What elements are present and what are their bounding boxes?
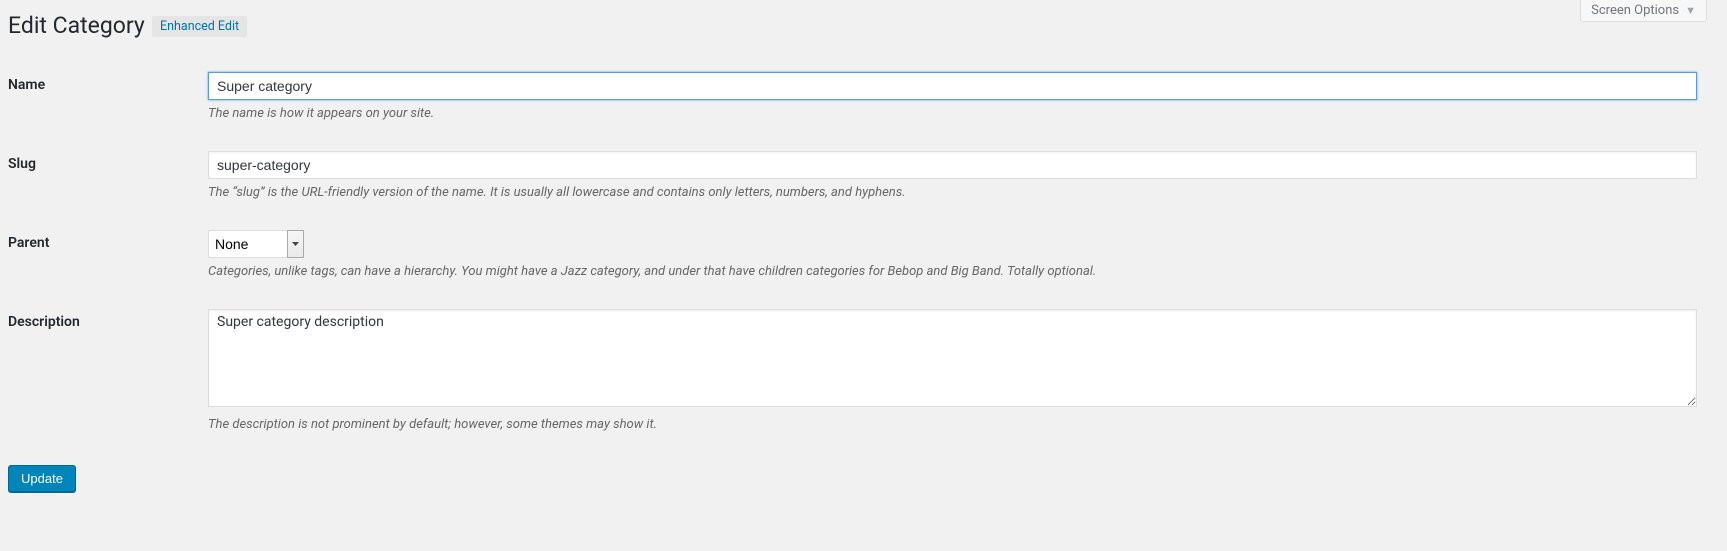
- screen-options-toggle[interactable]: Screen Options ▼: [1580, 0, 1707, 22]
- name-input[interactable]: [208, 72, 1697, 100]
- page-wrap: Screen Options ▼ Edit Category Enhanced …: [0, 0, 1727, 512]
- caret-down-icon: ▼: [1685, 4, 1696, 17]
- enhanced-edit-button[interactable]: Enhanced Edit: [152, 16, 247, 37]
- name-description: The name is how it appears on your site.: [208, 106, 1697, 121]
- page-title: Edit Category: [8, 12, 145, 39]
- description-textarea[interactable]: [208, 309, 1697, 407]
- screen-options-label: Screen Options: [1591, 3, 1679, 18]
- description-description: The description is not prominent by defa…: [208, 417, 1697, 432]
- parent-label: Parent: [8, 215, 208, 294]
- parent-select[interactable]: None: [208, 230, 288, 258]
- chevron-down-icon: [292, 242, 299, 246]
- form-table: Name The name is how it appears on your …: [8, 57, 1707, 447]
- submit-row: Update: [8, 465, 1707, 492]
- slug-label: Slug: [8, 136, 208, 215]
- slug-description: The “slug” is the URL-friendly version o…: [208, 185, 1697, 200]
- description-label: Description: [8, 294, 208, 447]
- parent-description: Categories, unlike tags, can have a hier…: [208, 264, 1697, 279]
- update-button[interactable]: Update: [8, 465, 76, 492]
- dropdown-button[interactable]: [287, 230, 304, 258]
- slug-input[interactable]: [208, 151, 1697, 179]
- name-label: Name: [8, 57, 208, 136]
